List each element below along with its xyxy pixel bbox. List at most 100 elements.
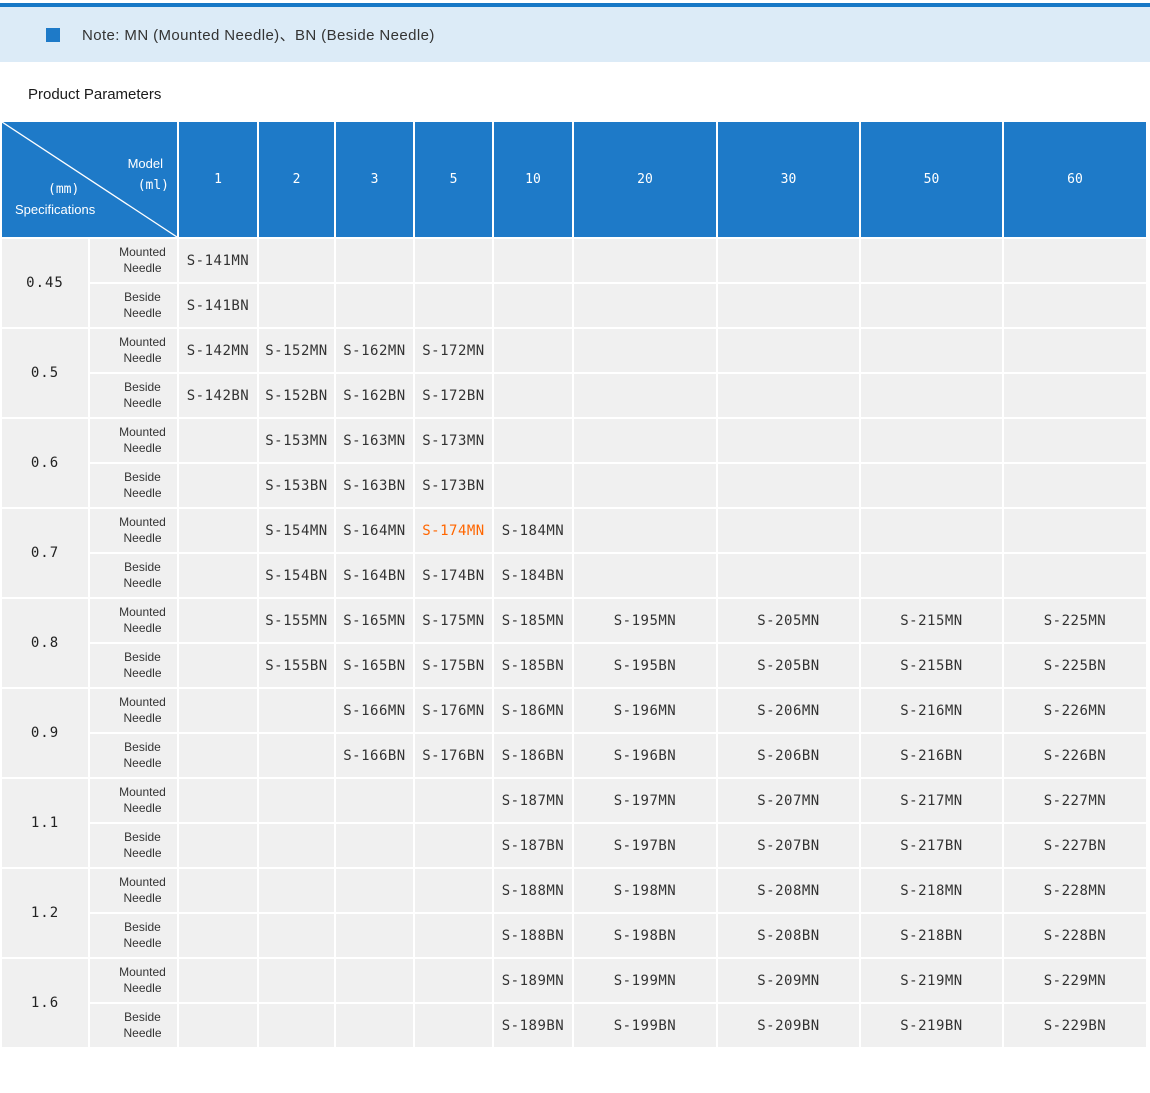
- model-cell: S-199BN: [574, 1004, 716, 1047]
- model-cell: S-226MN: [1004, 689, 1146, 732]
- column-header-2ml: 2: [259, 122, 334, 237]
- model-cell: [861, 419, 1002, 462]
- note-text: Note: MN (Mounted Needle)、BN (Beside Nee…: [82, 24, 435, 45]
- model-cell: S-208MN: [718, 869, 859, 912]
- model-cell: S-216BN: [861, 734, 1002, 777]
- beside-needle-label-cell: BesideNeedle: [90, 734, 177, 777]
- beside-needle-label-cell: BesideNeedle: [90, 1004, 177, 1047]
- model-cell: S-166MN: [336, 689, 413, 732]
- model-cell: [1004, 329, 1146, 372]
- model-cell: S-196BN: [574, 734, 716, 777]
- model-cell: [494, 329, 572, 372]
- model-cell: S-142BN: [179, 374, 257, 417]
- model-cell: [861, 284, 1002, 327]
- model-cell: S-155BN: [259, 644, 334, 687]
- model-cell: S-141MN: [179, 239, 257, 282]
- model-cell: [179, 419, 257, 462]
- beside-needle-label-cell: BesideNeedle: [90, 464, 177, 507]
- model-cell: [259, 689, 334, 732]
- model-cell: S-186MN: [494, 689, 572, 732]
- column-header-30ml: 30: [718, 122, 859, 237]
- model-cell: S-154MN: [259, 509, 334, 552]
- beside-needle-label-cell: BesideNeedle: [90, 914, 177, 957]
- model-cell: S-173BN: [415, 464, 492, 507]
- model-cell: S-207BN: [718, 824, 859, 867]
- model-cell: S-215BN: [861, 644, 1002, 687]
- corner-model-label: Model: [128, 156, 163, 171]
- mounted-needle-label-cell: MountedNeedle: [90, 959, 177, 1002]
- model-cell: S-206BN: [718, 734, 859, 777]
- model-cell: S-166BN: [336, 734, 413, 777]
- model-cell: [336, 914, 413, 957]
- model-cell: [1004, 239, 1146, 282]
- spec-cell: 1.1: [2, 779, 88, 867]
- model-cell: S-172MN: [415, 329, 492, 372]
- mounted-needle-label-cell: MountedNeedle: [90, 419, 177, 462]
- model-cell: [259, 734, 334, 777]
- model-cell: S-187MN: [494, 779, 572, 822]
- model-cell: [494, 464, 572, 507]
- model-cell-active[interactable]: S-174MN: [415, 509, 492, 552]
- model-cell: S-215MN: [861, 599, 1002, 642]
- model-cell: S-163MN: [336, 419, 413, 462]
- model-cell: S-176MN: [415, 689, 492, 732]
- model-cell: S-227MN: [1004, 779, 1146, 822]
- model-cell: [179, 554, 257, 597]
- model-cell: [179, 1004, 257, 1047]
- model-cell: [259, 239, 334, 282]
- model-cell: [259, 914, 334, 957]
- model-cell: S-206MN: [718, 689, 859, 732]
- note-bullet-square-icon: [46, 28, 60, 42]
- beside-needle-label-cell: BesideNeedle: [90, 644, 177, 687]
- model-cell: S-189BN: [494, 1004, 572, 1047]
- spec-cell: 0.45: [2, 239, 88, 327]
- mounted-needle-label-cell: MountedNeedle: [90, 779, 177, 822]
- column-header-1ml: 1: [179, 122, 257, 237]
- corner-ml-unit: (ml): [138, 178, 169, 193]
- model-cell: S-198BN: [574, 914, 716, 957]
- model-cell: [718, 509, 859, 552]
- model-cell: S-225BN: [1004, 644, 1146, 687]
- model-cell: [415, 959, 492, 1002]
- model-cell: [494, 284, 572, 327]
- table-row-mounted-0.45: 0.45MountedNeedleS-141MN: [2, 239, 1146, 282]
- column-header-20ml: 20: [574, 122, 716, 237]
- model-cell: [574, 329, 716, 372]
- model-cell: S-164BN: [336, 554, 413, 597]
- model-cell: S-187BN: [494, 824, 572, 867]
- table-row-mounted-1.1: 1.1MountedNeedleS-187MNS-197MNS-207MNS-2…: [2, 779, 1146, 822]
- header-corner-cell: Model (ml) (mm) Specifications: [2, 122, 177, 237]
- model-cell: S-153BN: [259, 464, 334, 507]
- mounted-needle-label-cell: MountedNeedle: [90, 869, 177, 912]
- product-parameters-table: Model (ml) (mm) Specifications 123510203…: [0, 120, 1148, 1049]
- model-cell: [574, 509, 716, 552]
- model-cell: S-198MN: [574, 869, 716, 912]
- model-cell: [494, 419, 572, 462]
- model-cell: S-228BN: [1004, 914, 1146, 957]
- table-row-mounted-0.8: 0.8MountedNeedleS-155MNS-165MNS-175MNS-1…: [2, 599, 1146, 642]
- spec-cell: 0.9: [2, 689, 88, 777]
- model-cell: S-218BN: [861, 914, 1002, 957]
- model-cell: [861, 329, 1002, 372]
- model-cell: [861, 464, 1002, 507]
- model-cell: [259, 779, 334, 822]
- model-cell: S-174BN: [415, 554, 492, 597]
- model-cell: S-195BN: [574, 644, 716, 687]
- model-cell: [336, 239, 413, 282]
- column-header-50ml: 50: [861, 122, 1002, 237]
- beside-needle-label-cell: BesideNeedle: [90, 374, 177, 417]
- model-cell: S-176BN: [415, 734, 492, 777]
- model-cell: [718, 419, 859, 462]
- model-cell: [259, 824, 334, 867]
- spec-cell: 0.8: [2, 599, 88, 687]
- model-cell: S-172BN: [415, 374, 492, 417]
- table-row-beside-0.6: BesideNeedleS-153BNS-163BNS-173BN: [2, 464, 1146, 507]
- model-cell: [179, 914, 257, 957]
- column-header-60ml: 60: [1004, 122, 1146, 237]
- model-cell: S-155MN: [259, 599, 334, 642]
- model-cell: [259, 959, 334, 1002]
- model-cell: S-189MN: [494, 959, 572, 1002]
- model-cell: S-229BN: [1004, 1004, 1146, 1047]
- model-cell: [861, 509, 1002, 552]
- model-cell: [1004, 554, 1146, 597]
